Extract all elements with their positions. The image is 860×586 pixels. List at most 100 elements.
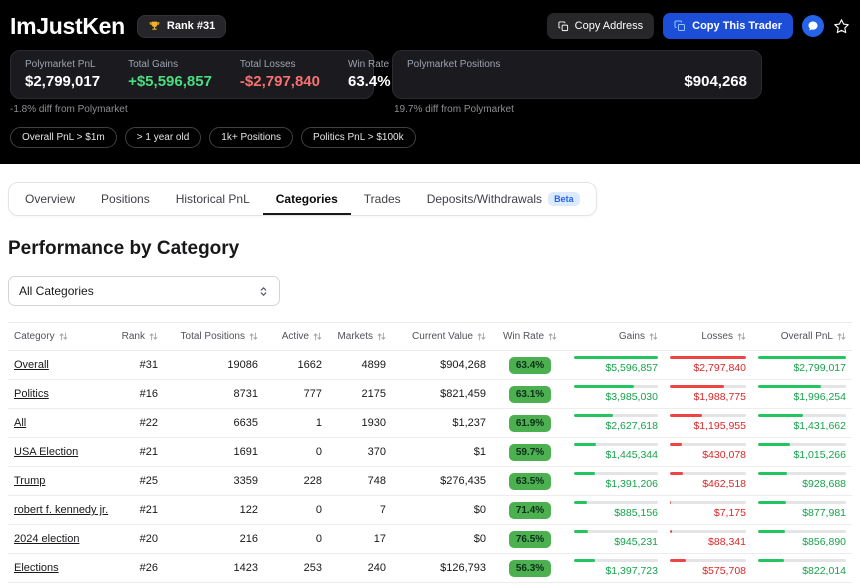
tab-historical-pnl[interactable]: Historical PnL — [163, 183, 263, 215]
win-rate-cell: 61.9% — [492, 409, 568, 438]
overall-pnl-cell: $822,014 — [752, 554, 852, 583]
active-cell: 1 — [264, 409, 328, 438]
win-rate-badge: 56.3% — [509, 560, 551, 577]
category-link[interactable]: robert f. kennedy jr. — [14, 504, 108, 516]
tab-label: Historical PnL — [176, 192, 250, 206]
column-header-active[interactable]: Active — [264, 323, 328, 351]
column-header-total-positions[interactable]: Total Positions — [164, 323, 264, 351]
category-filter[interactable]: All Categories — [8, 276, 280, 306]
stat-total-gains: Total Gains +$5,596,857 — [128, 59, 212, 90]
sort-icon — [59, 332, 68, 341]
column-header-label: Rank — [122, 331, 145, 342]
category-link[interactable]: USA Election — [14, 446, 78, 458]
column-header-losses[interactable]: Losses — [664, 323, 752, 351]
overall-pnl-cell: $1,015,266 — [752, 438, 852, 467]
achievement-badges: Overall PnL > $1m> 1 year old1k+ Positio… — [10, 127, 850, 148]
tab-label: Positions — [101, 192, 150, 206]
column-header-label: Active — [282, 331, 309, 342]
column-header-gains[interactable]: Gains — [568, 323, 664, 351]
category-link[interactable]: Elections — [14, 562, 59, 574]
sort-icon — [649, 332, 658, 341]
losses-bar — [670, 559, 746, 562]
gains-bar — [574, 385, 658, 388]
sort-icon — [548, 332, 557, 341]
total-positions-cell: 216 — [164, 525, 264, 554]
chat-icon[interactable] — [802, 15, 824, 37]
category-cell: Joe Biden — [8, 583, 108, 586]
active-cell: 228 — [264, 467, 328, 496]
stat-value: -$2,797,840 — [240, 73, 320, 90]
gains-bar — [574, 559, 658, 562]
markets-cell: 748 — [328, 467, 392, 496]
table-row: Trump#253359228748$276,43563.5%$1,391,20… — [8, 467, 852, 496]
win-rate-badge: 76.5% — [509, 531, 551, 548]
rank-cell: #20 — [108, 525, 164, 554]
gains-bar — [574, 530, 658, 533]
section-title: Performance by Category — [8, 238, 852, 260]
sort-icon — [149, 332, 158, 341]
sort-icon — [737, 332, 746, 341]
total-positions-cell: 122 — [164, 496, 264, 525]
current-value-cell: $0 — [392, 583, 492, 586]
favorite-star-icon[interactable] — [833, 18, 850, 35]
tab-categories[interactable]: Categories — [263, 183, 351, 215]
gains-cell: $1,397,723 — [568, 554, 664, 583]
losses-cell: $1,195,955 — [664, 409, 752, 438]
category-link[interactable]: Politics — [14, 388, 49, 400]
category-link[interactable]: Trump — [14, 475, 45, 487]
markets-cell: 240 — [328, 554, 392, 583]
losses-bar — [670, 356, 746, 359]
column-header-markets[interactable]: Markets — [328, 323, 392, 351]
losses-cell: $430,078 — [664, 438, 752, 467]
losses-cell: $462,518 — [664, 467, 752, 496]
column-header-label: Losses — [701, 331, 733, 342]
column-header-win-rate[interactable]: Win Rate — [492, 323, 568, 351]
table-row: 2024 election#20216017$076.5%$945,231$88… — [8, 525, 852, 554]
win-rate-cell: 63.1% — [492, 380, 568, 409]
gains-cell: $1,445,344 — [568, 438, 664, 467]
column-header-rank[interactable]: Rank — [108, 323, 164, 351]
rank-cell: #25 — [108, 583, 164, 586]
tab-label: Overview — [25, 192, 75, 206]
column-header-current-value[interactable]: Current Value — [392, 323, 492, 351]
win-rate-cell: 71.4% — [492, 496, 568, 525]
active-cell: 0 — [264, 438, 328, 467]
current-value-cell: $904,268 — [392, 351, 492, 380]
positions-card: Polymarket Positions $904,268 — [392, 50, 762, 99]
stat-value: +$5,596,857 — [128, 73, 212, 90]
stat-value: $2,799,017 — [25, 73, 100, 90]
rank-cell: #21 — [108, 496, 164, 525]
markets-cell: 370 — [328, 438, 392, 467]
main-content: Overview Positions Historical PnL Categorie… — [0, 164, 860, 586]
tab-label: Trades — [364, 192, 401, 206]
losses-bar — [670, 414, 746, 417]
column-header-category[interactable]: Category — [8, 323, 108, 351]
total-positions-cell: 3359 — [164, 467, 264, 496]
copy-trader-button[interactable]: Copy This Trader — [663, 13, 793, 39]
copy-address-button[interactable]: Copy Address — [547, 13, 654, 39]
table-header-row: Category Rank Total Positions Active Markets… — [8, 323, 852, 351]
rank-cell: #25 — [108, 467, 164, 496]
table-row: Politics#1687317772175$821,45963.1%$3,98… — [8, 380, 852, 409]
losses-bar — [670, 443, 746, 446]
sort-icon — [477, 332, 486, 341]
tab-overview[interactable]: Overview — [12, 183, 88, 215]
page: ImJustKen Rank #31 Copy Address — [0, 0, 860, 586]
tab-positions[interactable]: Positions — [88, 183, 163, 215]
category-link[interactable]: All — [14, 417, 26, 429]
column-header-label: Category — [14, 331, 55, 342]
tab-deposits-withdrawals[interactable]: Deposits/WithdrawalsBeta — [414, 183, 593, 215]
column-header-overall-pnl[interactable]: Overall PnL — [752, 323, 852, 351]
losses-cell: $7,175 — [664, 496, 752, 525]
chevron-up-down-icon — [258, 286, 269, 297]
category-cell: robert f. kennedy jr. — [8, 496, 108, 525]
gains-bar — [574, 501, 658, 504]
table-body: Overall#311908616624899$904,26863.4%$5,5… — [8, 351, 852, 586]
tab-trades[interactable]: Trades — [351, 183, 414, 215]
table-row: Joe Biden#25185034$073.5%$816,672$21,625… — [8, 583, 852, 586]
overall-pnl-bar — [758, 501, 846, 504]
category-link[interactable]: 2024 election — [14, 533, 79, 545]
losses-cell: $88,341 — [664, 525, 752, 554]
category-link[interactable]: Overall — [14, 359, 49, 371]
current-value-cell: $126,793 — [392, 554, 492, 583]
